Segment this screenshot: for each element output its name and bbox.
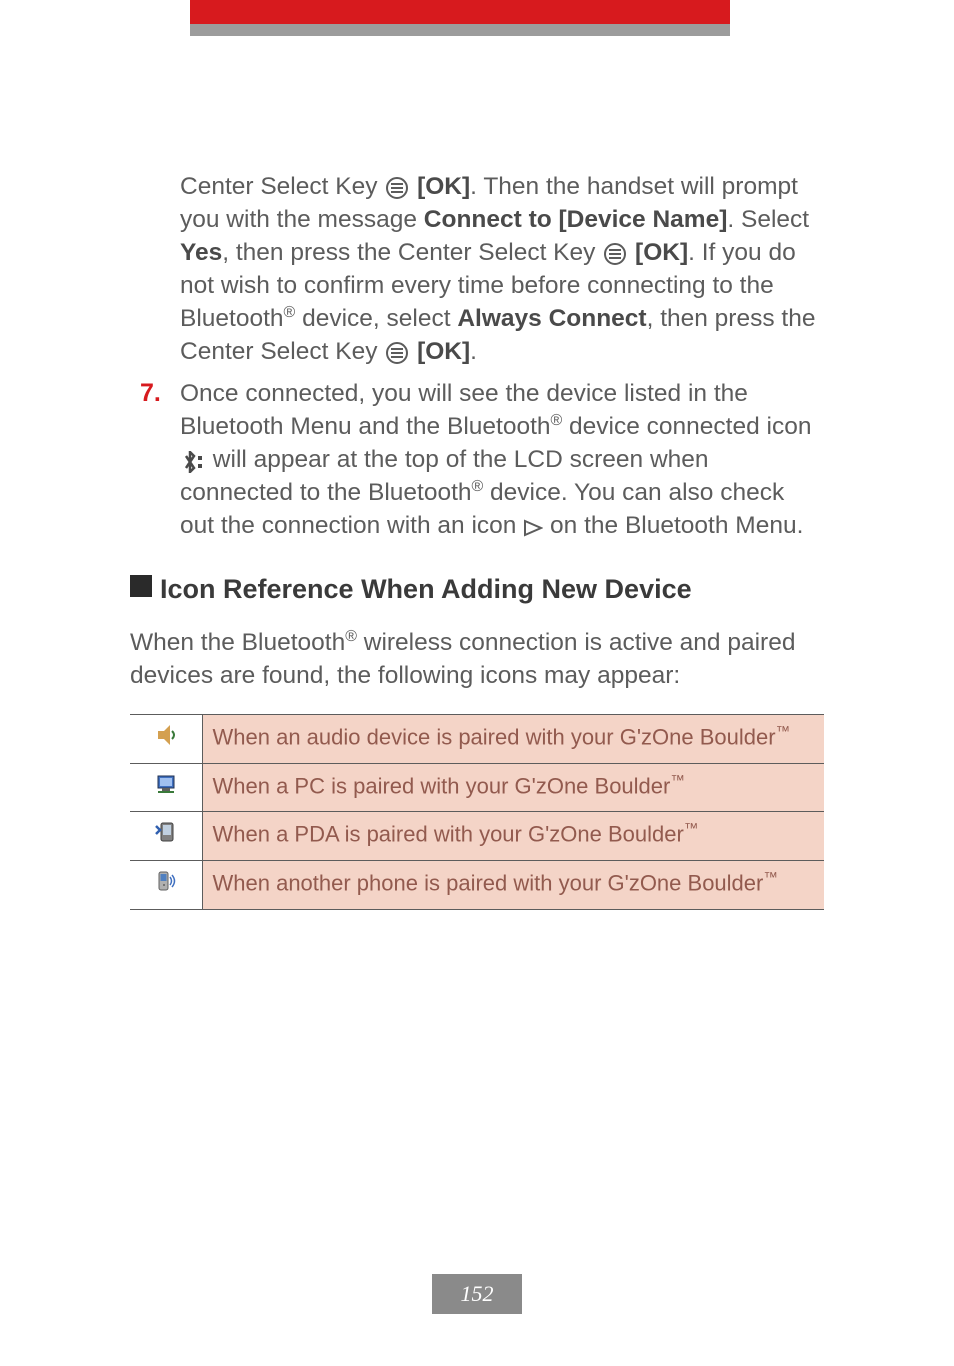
center-select-key-icon [604, 243, 626, 265]
step-7: 7. Once connected, you will see the devi… [130, 377, 824, 544]
icon-reference-table: When an audio device is paired with your… [130, 714, 824, 910]
pc-icon [130, 763, 202, 812]
text-fragment: . Select [727, 206, 809, 233]
desc-text: When an audio device is paired with your… [213, 724, 776, 749]
text-fragment: on the Bluetooth Menu. [543, 512, 803, 539]
text-fragment: device connected icon [562, 413, 811, 440]
table-row: When a PDA is paired with your G'zOne Bo… [130, 812, 824, 861]
page-number: 152 [432, 1274, 522, 1314]
trademark: ™ [684, 821, 698, 837]
table-row: When an audio device is paired with your… [130, 714, 824, 763]
audio-device-icon [130, 714, 202, 763]
table-desc: When an audio device is paired with your… [202, 714, 824, 763]
text-fragment: , then press the Center Select Key [222, 239, 602, 266]
ok-label: [OK] [635, 239, 688, 266]
section-header: Icon Reference When Adding New Device [130, 571, 824, 607]
section-intro: When the Bluetooth® wireless connection … [130, 626, 824, 692]
registered-mark: ® [284, 304, 296, 321]
text-fragment: Center Select Key [180, 173, 384, 200]
red-accent-bar [190, 0, 730, 24]
always-connect-label: Always Connect [457, 305, 646, 332]
bluetooth-connected-icon [180, 446, 206, 476]
registered-mark: ® [472, 478, 484, 495]
arrow-right-icon [523, 510, 543, 543]
registered-mark: ® [345, 628, 357, 645]
table-desc: When a PC is paired with your G'zOne Bou… [202, 763, 824, 812]
page-content: Center Select Key [OK]. Then the handset… [0, 40, 954, 910]
registered-mark: ® [551, 412, 563, 429]
center-select-key-icon [386, 342, 408, 364]
text-fragment: When the Bluetooth [130, 629, 345, 656]
phone-icon [130, 860, 202, 909]
yes-label: Yes [180, 239, 222, 266]
step-number: 7. [140, 377, 161, 411]
center-select-key-icon [386, 177, 408, 199]
trademark: ™ [763, 870, 777, 886]
desc-text: When another phone is paired with your G… [213, 870, 764, 895]
ok-label: [OK] [417, 173, 470, 200]
header-bar [0, 0, 954, 40]
text-fragment: . [470, 338, 477, 365]
pda-icon [130, 812, 202, 861]
section-title: Icon Reference When Adding New Device [160, 571, 692, 607]
trademark: ™ [670, 773, 684, 789]
text-fragment: device, select [295, 305, 457, 332]
bullet-square-icon [130, 575, 152, 597]
ok-label: [OK] [417, 338, 470, 365]
trademark: ™ [776, 724, 790, 740]
step-6-text: Center Select Key [OK]. Then the handset… [180, 170, 824, 369]
table-row: When a PC is paired with your G'zOne Bou… [130, 763, 824, 812]
desc-text: When a PC is paired with your G'zOne Bou… [213, 773, 671, 798]
desc-text: When a PDA is paired with your G'zOne Bo… [213, 822, 684, 847]
connect-to-label: Connect to [Device Name] [424, 206, 728, 233]
table-desc: When another phone is paired with your G… [202, 860, 824, 909]
table-desc: When a PDA is paired with your G'zOne Bo… [202, 812, 824, 861]
table-row: When another phone is paired with your G… [130, 860, 824, 909]
gray-accent-bar [190, 24, 730, 36]
